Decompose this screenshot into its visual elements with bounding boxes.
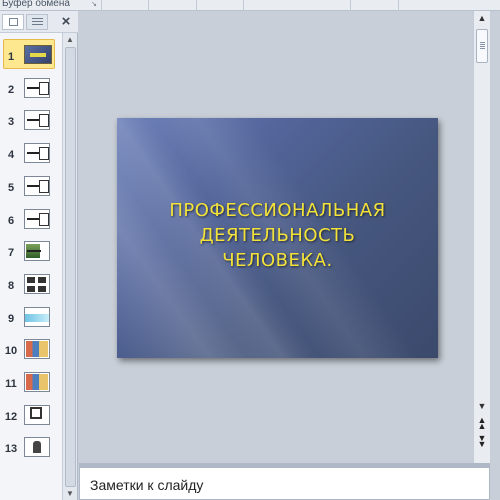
slide-thumbnail-image (24, 404, 50, 425)
slide-title-line: ДЕЯТЕЛЬНОСТЬ (199, 225, 356, 246)
clipboard-group-label: Буфер обмена (2, 0, 70, 9)
slide-thumbnail[interactable]: 3 (0, 108, 62, 138)
slide-thumbnail[interactable]: 6 (0, 207, 62, 237)
slide-number: 4 (7, 149, 15, 162)
tab-slides[interactable] (2, 14, 24, 30)
slide-thumbnail-image (24, 339, 50, 360)
thumb-detail (39, 212, 49, 226)
thumb-detail (39, 147, 49, 161)
slide-thumbnails-list: 1 2 3 4 5 6 7 8 9 10 11 12 13 (0, 33, 62, 500)
slide-thumbnail-image (24, 45, 52, 64)
slide-number: 12 (4, 410, 18, 423)
close-panel-icon[interactable]: × (58, 14, 74, 30)
ribbon-separator (243, 0, 244, 11)
slide-thumbnail[interactable]: 9 (0, 305, 62, 335)
outline-tab-icon (32, 18, 43, 27)
notes-pane[interactable]: Заметки к слайду (79, 467, 490, 500)
slide-thumbnail-image (24, 77, 50, 98)
slide-title-line: ЧЕЛОВЕКА. (222, 250, 333, 271)
scroll-thumb[interactable] (65, 47, 76, 487)
slide-number: 9 (7, 312, 15, 325)
thumb-detail (30, 406, 42, 419)
slide-title[interactable]: ПРОФЕССИОНАЛЬНАЯ ДЕЯТЕЛЬНОСТЬ ЧЕЛОВЕКА. (137, 198, 418, 273)
thumb-detail (39, 114, 49, 128)
slide-thumbnail-image (24, 175, 50, 196)
slide-thumbnail-image (24, 110, 50, 131)
slide-thumbnail[interactable]: 11 (0, 370, 62, 400)
editor-scrollbar[interactable]: ▲ ▼ ▲ ▲ ▼ ▼ (473, 11, 490, 463)
slide-number: 5 (7, 181, 15, 194)
ribbon-separator (398, 0, 399, 11)
slide-thumbnail[interactable]: 13 (0, 435, 62, 465)
ribbon-bottom-strip: Буфер обмена ↘ (0, 0, 500, 11)
thumb-detail (25, 313, 49, 322)
panel-tabs: × (0, 11, 78, 33)
next-slide-icon[interactable]: ▼ ▼ (475, 434, 489, 449)
slide-thumbnail[interactable]: 4 (0, 141, 62, 171)
slide-thumbnail-image (24, 306, 50, 327)
grip-icon (480, 42, 485, 49)
thumb-detail (27, 276, 47, 292)
slide-number: 7 (7, 247, 15, 260)
slide-title-line: ПРОФЕССИОНАЛЬНАЯ (169, 200, 386, 221)
slide-number: 11 (5, 378, 17, 390)
slide-thumbnail-image (24, 241, 50, 262)
thumb-detail (39, 179, 49, 193)
ribbon-separator (101, 0, 102, 11)
slide-number: 3 (7, 116, 15, 129)
slide-thumbnail-image (24, 143, 50, 164)
scroll-thumb[interactable] (476, 29, 488, 63)
slide-thumbnail[interactable]: 1 (0, 39, 62, 73)
slide-number: 13 (4, 443, 18, 456)
thumb-detail (27, 250, 41, 253)
slide-thumbnail[interactable]: 8 (0, 272, 62, 302)
ribbon-separator (148, 0, 149, 11)
slide-number: 6 (7, 214, 15, 227)
scroll-down-icon[interactable]: ▼ (475, 401, 489, 413)
dialog-launcher-icon[interactable]: ↘ (90, 1, 98, 9)
slide-thumbnail[interactable]: 12 (0, 403, 62, 433)
thumb-detail (26, 341, 48, 358)
current-slide[interactable]: ПРОФЕССИОНАЛЬНАЯ ДЕЯТЕЛЬНОСТЬ ЧЕЛОВЕКА. (117, 118, 438, 358)
slide-editing-area: ПРОФЕССИОНАЛЬНАЯ ДЕЯТЕЛЬНОСТЬ ЧЕЛОВЕКА. (79, 11, 473, 463)
slide-number: 10 (4, 345, 18, 358)
slide-thumbnail[interactable]: 2 (0, 76, 62, 106)
slide-number: 2 (7, 83, 15, 96)
window-edge (490, 11, 500, 500)
slides-tab-icon (9, 18, 18, 26)
notes-placeholder: Заметки к слайду (90, 477, 204, 493)
slide-thumbnail-image (24, 208, 50, 229)
slides-panel: × 1 2 3 4 5 6 7 8 9 10 11 12 13 ▲ ▼ (0, 11, 78, 500)
ribbon-separator (196, 0, 197, 11)
scroll-up-icon[interactable]: ▲ (66, 35, 74, 44)
scroll-up-icon[interactable]: ▲ (475, 13, 489, 25)
scroll-down-icon[interactable]: ▼ (66, 489, 74, 498)
ribbon-separator (350, 0, 351, 11)
slide-thumbnail-image (24, 273, 50, 294)
slide-thumbnail-image (24, 437, 50, 458)
slide-thumbnail-image (24, 372, 50, 392)
thumb-detail (26, 374, 48, 390)
tab-outline[interactable] (26, 14, 48, 30)
slide-thumbnail[interactable]: 5 (0, 174, 62, 204)
thumb-detail (30, 53, 46, 57)
thumb-detail (39, 81, 49, 95)
slide-number: 8 (7, 279, 15, 292)
slide-thumbnail[interactable]: 10 (0, 337, 62, 367)
slide-thumbnail[interactable]: 7 (0, 239, 62, 269)
thumb-detail (33, 441, 41, 454)
thumbnails-scrollbar[interactable]: ▲ ▼ (62, 33, 77, 500)
slide-number: 1 (7, 51, 15, 63)
previous-slide-icon[interactable]: ▲ ▲ (475, 416, 489, 431)
